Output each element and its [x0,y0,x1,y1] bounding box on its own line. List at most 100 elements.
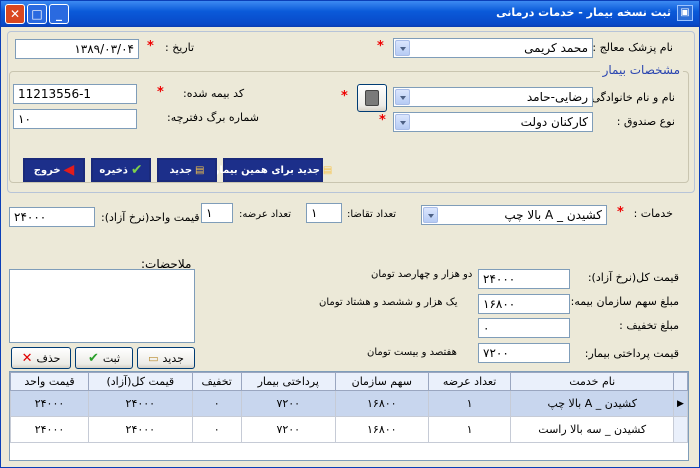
patient-legend: مشخصات بیمار [599,63,683,77]
book-icon: ▭ [148,351,159,365]
cell-org-share: ۱۶۸۰۰ [334,390,429,417]
minimize-button[interactable]: _ [49,4,69,24]
org-share-words: یک هزار و ششصد و هشتاد تومان [319,297,458,308]
services-grid[interactable]: نام خدمت تعداد عرضه سهم سازمان پرداختی ب… [9,371,689,461]
discount-label: مبلغ تخفیف : [619,319,679,332]
table-row[interactable]: ▶ کشیدن _ A بالا چپ ۱ ۱۶۸۰۰ ۷۲۰۰ ۰ ۲۴۰۰۰… [10,390,688,417]
cell-total-price: ۲۴۰۰۰ [88,390,193,417]
new-icon: ▤ [195,164,205,176]
notes-textarea[interactable] [9,269,195,343]
fund-dropdown-icon[interactable] [395,114,410,130]
total-price-words: دو هزار و چهارصد تومان [371,269,473,280]
fund-required-mark: * [379,113,386,128]
cell-unit-price: ۲۴۰۰۰ [10,390,89,417]
new-label: جدید [169,164,193,176]
table-row[interactable]: کشیدن _ سه بالا راست ۱ ۱۶۸۰۰ ۷۲۰۰ ۰ ۲۴۰۰… [10,416,688,443]
main-window: ▣ ثبت نسخه بیمار - خدمات درمانی ✕ □ _ مش… [0,0,700,468]
new-for-same-patient-button[interactable]: ▤ جدید برای همین بیمار [214,158,332,182]
new-button[interactable]: ▤ جدید [157,158,217,182]
grid-indicator-header [673,372,688,391]
patient-pay-words: هفتصد و بیست تومان [367,347,457,358]
check-icon: ✔ [87,350,99,366]
doctor-required-mark: * [377,39,384,54]
delete-row-label: حذف [36,351,61,365]
header-total-price[interactable]: قیمت کل(آزاد) [88,372,193,391]
header-discount[interactable]: تخفیف [191,372,242,391]
discount-field[interactable]: ۰ [478,318,570,338]
fund-label: نوع صندوق : [616,115,675,128]
submit-row-button[interactable]: ثبت ✔ [75,347,133,369]
insurance-code-field[interactable]: 11213556-1 [13,84,137,104]
save-label: ذخیره [99,164,128,176]
doctor-dropdown-icon[interactable] [395,40,410,56]
patient-name-label: نام و نام خانوادگی : [584,91,675,104]
delete-x-icon: ✕ [21,350,33,366]
cell-discount: ۰ [191,390,242,417]
submit-row-label: ثبت [102,351,121,365]
date-label: تاریخ : [165,41,195,54]
offer-count-field[interactable]: ۱ [201,203,233,223]
booklet-page-label: شماره برگ دفترچه: [167,111,259,124]
service-label: خدمات : [633,207,673,220]
app-icon: ▣ [677,5,693,21]
header-org-share[interactable]: سهم سازمان [334,372,429,391]
maximize-button[interactable]: □ [27,4,47,24]
patient-name-combo[interactable]: رضایی-حامد [393,87,593,107]
patient-card-icon [365,90,379,106]
booklet-page-field[interactable]: ۱۰ [13,109,137,129]
grid-header-row: نام خدمت تعداد عرضه سهم سازمان پرداختی ب… [10,372,688,391]
new-same-icon: ▤ [322,164,333,176]
patient-pay-label: قیمت پرداختی بیمار: [584,347,679,360]
request-count-field[interactable]: ۱ [306,203,342,223]
patient-pay-field[interactable]: ۷۲۰۰ [478,343,570,363]
cell-unit-price: ۲۴۰۰۰ [10,416,89,443]
service-combo[interactable]: کشیدن _ A بالا چپ [421,205,607,225]
save-check-icon: ✔ [130,162,143,178]
service-required-mark: * [617,205,624,220]
org-share-label: مبلغ سهم سازمان بیمه: [570,295,679,308]
cell-org-share: ۱۶۸۰۰ [334,416,429,443]
doctor-value: محمد کریمی [524,41,588,55]
service-dropdown-icon[interactable] [423,207,438,223]
request-count-label: تعداد تقاضا: [347,209,397,220]
cell-offer-count: ۱ [427,416,512,443]
delete-row-button[interactable]: حذف ✕ [11,347,71,369]
patient-name-value: رضایی-حامد [526,90,588,104]
header-service-name[interactable]: نام خدمت [510,372,674,391]
header-patient-pay[interactable]: پرداختی بیمار [240,372,336,391]
exit-arrow-icon: ◀ [63,162,75,178]
offer-count-label: تعداد عرضه: [239,209,291,220]
cell-offer-count: ۱ [427,390,512,417]
total-price-field[interactable]: ۲۴۰۰۰ [478,269,570,289]
header-offer-count[interactable]: تعداد عرضه [427,372,512,391]
fund-combo[interactable]: کارکنان دولت [393,112,593,132]
insurance-required-mark: * [157,85,164,100]
add-row-button[interactable]: جدید ▭ [137,347,195,369]
date-required-mark: * [147,39,154,54]
patient-required-mark: * [341,89,348,104]
row-selector-icon[interactable]: ▶ [673,390,688,417]
close-button[interactable]: ✕ [5,4,25,24]
cell-patient-pay: ۷۲۰۰ [240,390,336,417]
save-button[interactable]: ✔ ذخیره [91,158,151,182]
insurance-code-label: کد بیمه شده: [183,87,245,100]
window-title: ثبت نسخه بیمار - خدمات درمانی [496,6,671,19]
row-selector[interactable] [673,416,688,443]
cell-discount: ۰ [191,416,242,443]
date-field[interactable]: ۱۳۸۹/۰۳/۰۴ [15,39,139,59]
service-value: کشیدن _ A بالا چپ [504,208,602,222]
doctor-combo[interactable]: محمد کریمی [393,38,593,58]
services-table: نام خدمت تعداد عرضه سهم سازمان پرداختی ب… [10,372,688,443]
header-unit-price[interactable]: قیمت واحد [10,372,89,391]
title-bar[interactable]: ▣ ثبت نسخه بیمار - خدمات درمانی ✕ □ _ [1,1,699,27]
add-row-label: جدید [162,351,184,365]
exit-button[interactable]: ◀ خروج [23,158,85,182]
total-price-label: قیمت کل(نرخ آزاد): [587,271,679,284]
exit-label: خروج [33,164,61,176]
org-share-field[interactable]: ۱۶۸۰۰ [478,294,570,314]
unit-price-label: قیمت واحد(نرخ آزاد): [101,211,200,224]
new-same-label: جدید برای همین بیمار [213,164,320,176]
patient-name-dropdown-icon[interactable] [395,89,410,105]
patient-search-button[interactable] [357,84,387,112]
unit-price-field[interactable]: ۲۴۰۰۰ [9,207,95,227]
